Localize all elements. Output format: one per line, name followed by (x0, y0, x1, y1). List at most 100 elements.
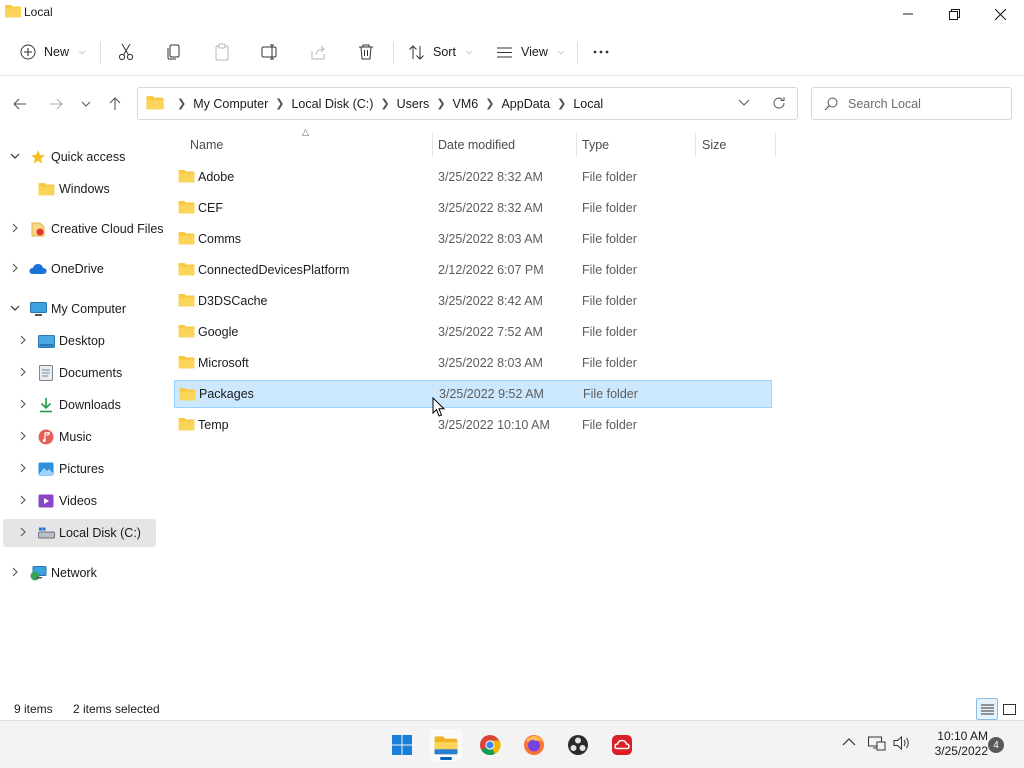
large-icons-view-button[interactable] (998, 698, 1020, 720)
folder-icon (179, 387, 196, 404)
sidebar-item-network[interactable]: Network (3, 559, 156, 587)
details-view-button[interactable] (976, 698, 998, 720)
sidebar-item-windows[interactable]: Windows (3, 175, 156, 203)
drive-icon (37, 524, 55, 542)
search-box[interactable]: Search Local (811, 87, 1012, 120)
file-row[interactable]: Google 3/25/2022 7:52 AM File folder (174, 318, 772, 346)
sidebar-item-music[interactable]: Music (3, 423, 156, 451)
chevron-right-icon[interactable] (17, 527, 29, 540)
address-dropdown-button[interactable] (738, 96, 750, 111)
sidebar-item-quick-access[interactable]: Quick access (3, 143, 156, 171)
chevron-right-icon[interactable] (9, 567, 21, 580)
restore-icon (948, 8, 960, 20)
sidebar-item-pictures[interactable]: Pictures (3, 455, 156, 483)
file-row[interactable]: D3DSCache 3/25/2022 8:42 AM File folder (174, 287, 772, 315)
file-row[interactable]: Adobe 3/25/2022 8:32 AM File folder (174, 163, 772, 191)
chevron-right-icon[interactable] (9, 263, 21, 276)
file-row[interactable]: Comms 3/25/2022 8:03 AM File folder (174, 225, 772, 253)
breadcrumb-my-computer[interactable]: My Computer (193, 97, 268, 111)
more-options-button[interactable] (592, 38, 610, 66)
file-row-selected[interactable]: Packages 3/25/2022 9:52 AM File folder (174, 380, 772, 408)
taskbar-firefox[interactable] (518, 729, 550, 761)
sidebar-item-videos[interactable]: Videos (3, 487, 156, 515)
show-hidden-icons-button[interactable] (842, 735, 856, 752)
column-divider[interactable] (432, 133, 433, 157)
share-icon (311, 45, 325, 60)
file-row[interactable]: Microsoft 3/25/2022 8:03 AM File folder (174, 349, 772, 377)
forward-button[interactable] (44, 92, 68, 116)
column-header-date-modified[interactable]: Date modified (438, 133, 573, 157)
new-button[interactable]: New ⌵ (20, 38, 85, 66)
copy-icon (167, 44, 180, 60)
column-divider[interactable] (775, 133, 776, 157)
back-button[interactable] (8, 92, 32, 116)
recent-locations-button[interactable] (74, 92, 98, 116)
chevron-right-icon[interactable] (9, 223, 21, 236)
cut-button[interactable] (117, 38, 135, 66)
file-date: 3/25/2022 8:03 AM (438, 232, 543, 246)
sidebar-item-local-disk[interactable]: Local Disk (C:) (3, 519, 156, 547)
network-status-button[interactable] (868, 735, 886, 754)
refresh-button[interactable] (771, 95, 787, 114)
column-divider[interactable] (576, 133, 577, 157)
taskbar-clock[interactable]: 10:10 AM 3/25/2022 (918, 729, 988, 759)
breadcrumb-local-disk[interactable]: Local Disk (C:) (291, 97, 373, 111)
copy-button[interactable] (165, 38, 183, 66)
file-name: ConnectedDevicesPlatform (198, 263, 350, 277)
chevron-right-icon[interactable] (17, 399, 29, 412)
file-type: File folder (582, 201, 637, 215)
column-header-size[interactable]: Size (702, 133, 772, 157)
delete-button[interactable] (357, 38, 375, 66)
column-header-type[interactable]: Type (582, 133, 692, 157)
taskbar-chrome[interactable] (474, 729, 506, 761)
chevron-right-icon[interactable] (17, 367, 29, 380)
window-title: Local (24, 5, 53, 19)
chevron-right-icon[interactable] (17, 463, 29, 476)
chevron-down-icon[interactable] (9, 151, 21, 164)
paste-button[interactable] (213, 38, 231, 66)
divider (100, 42, 101, 64)
view-button[interactable]: View ⌵ (496, 38, 564, 66)
music-icon (37, 428, 55, 446)
notification-badge[interactable]: 4 (988, 737, 1004, 753)
up-button[interactable] (103, 92, 127, 116)
folder-icon (178, 324, 195, 341)
chevron-right-icon[interactable] (17, 495, 29, 508)
taskbar-file-explorer[interactable] (430, 729, 462, 761)
column-divider[interactable] (695, 133, 696, 157)
file-row[interactable]: ConnectedDevicesPlatform 2/12/2022 6:07 … (174, 256, 772, 284)
close-button[interactable] (977, 0, 1023, 28)
rename-button[interactable] (261, 38, 279, 66)
chevron-right-icon[interactable] (17, 431, 29, 444)
maximize-button[interactable] (931, 0, 977, 28)
breadcrumb-appdata[interactable]: AppData (501, 97, 550, 111)
breadcrumb-local[interactable]: Local (573, 97, 603, 111)
address-bar[interactable]: ❯ My Computer ❯ Local Disk (C:) ❯ Users … (137, 87, 798, 120)
sidebar-item-documents[interactable]: Documents (3, 359, 156, 387)
sidebar-item-creative-cloud-files[interactable]: Creative Cloud Files (3, 215, 164, 243)
file-row[interactable]: Temp 3/25/2022 10:10 AM File folder (174, 411, 772, 439)
file-date: 3/25/2022 8:03 AM (438, 356, 543, 370)
file-row[interactable]: CEF 3/25/2022 8:32 AM File folder (174, 194, 772, 222)
sidebar-item-desktop[interactable]: Desktop (3, 327, 156, 355)
network-wired-icon (868, 736, 886, 751)
arrow-right-icon (50, 98, 63, 110)
minimize-button[interactable] (885, 0, 931, 28)
start-button[interactable] (386, 729, 418, 761)
taskbar-creative-cloud[interactable] (606, 729, 638, 761)
volume-button[interactable] (893, 735, 911, 754)
sidebar-item-onedrive[interactable]: OneDrive (3, 255, 156, 283)
sidebar-item-downloads[interactable]: Downloads (3, 391, 156, 419)
sort-button[interactable]: Sort ⌵ (408, 38, 472, 66)
column-header-name[interactable]: Name (190, 133, 430, 157)
taskbar-obs[interactable] (562, 729, 594, 761)
sidebar-item-my-computer[interactable]: My Computer (3, 295, 156, 323)
file-name: Microsoft (198, 356, 249, 370)
share-button[interactable] (309, 38, 327, 66)
breadcrumb-vm6[interactable]: VM6 (453, 97, 479, 111)
chevron-down-icon[interactable] (9, 303, 21, 316)
breadcrumb-users[interactable]: Users (397, 97, 430, 111)
chevron-right-icon[interactable] (17, 335, 29, 348)
chevron-down-icon (81, 101, 91, 107)
folder-icon (178, 262, 195, 279)
